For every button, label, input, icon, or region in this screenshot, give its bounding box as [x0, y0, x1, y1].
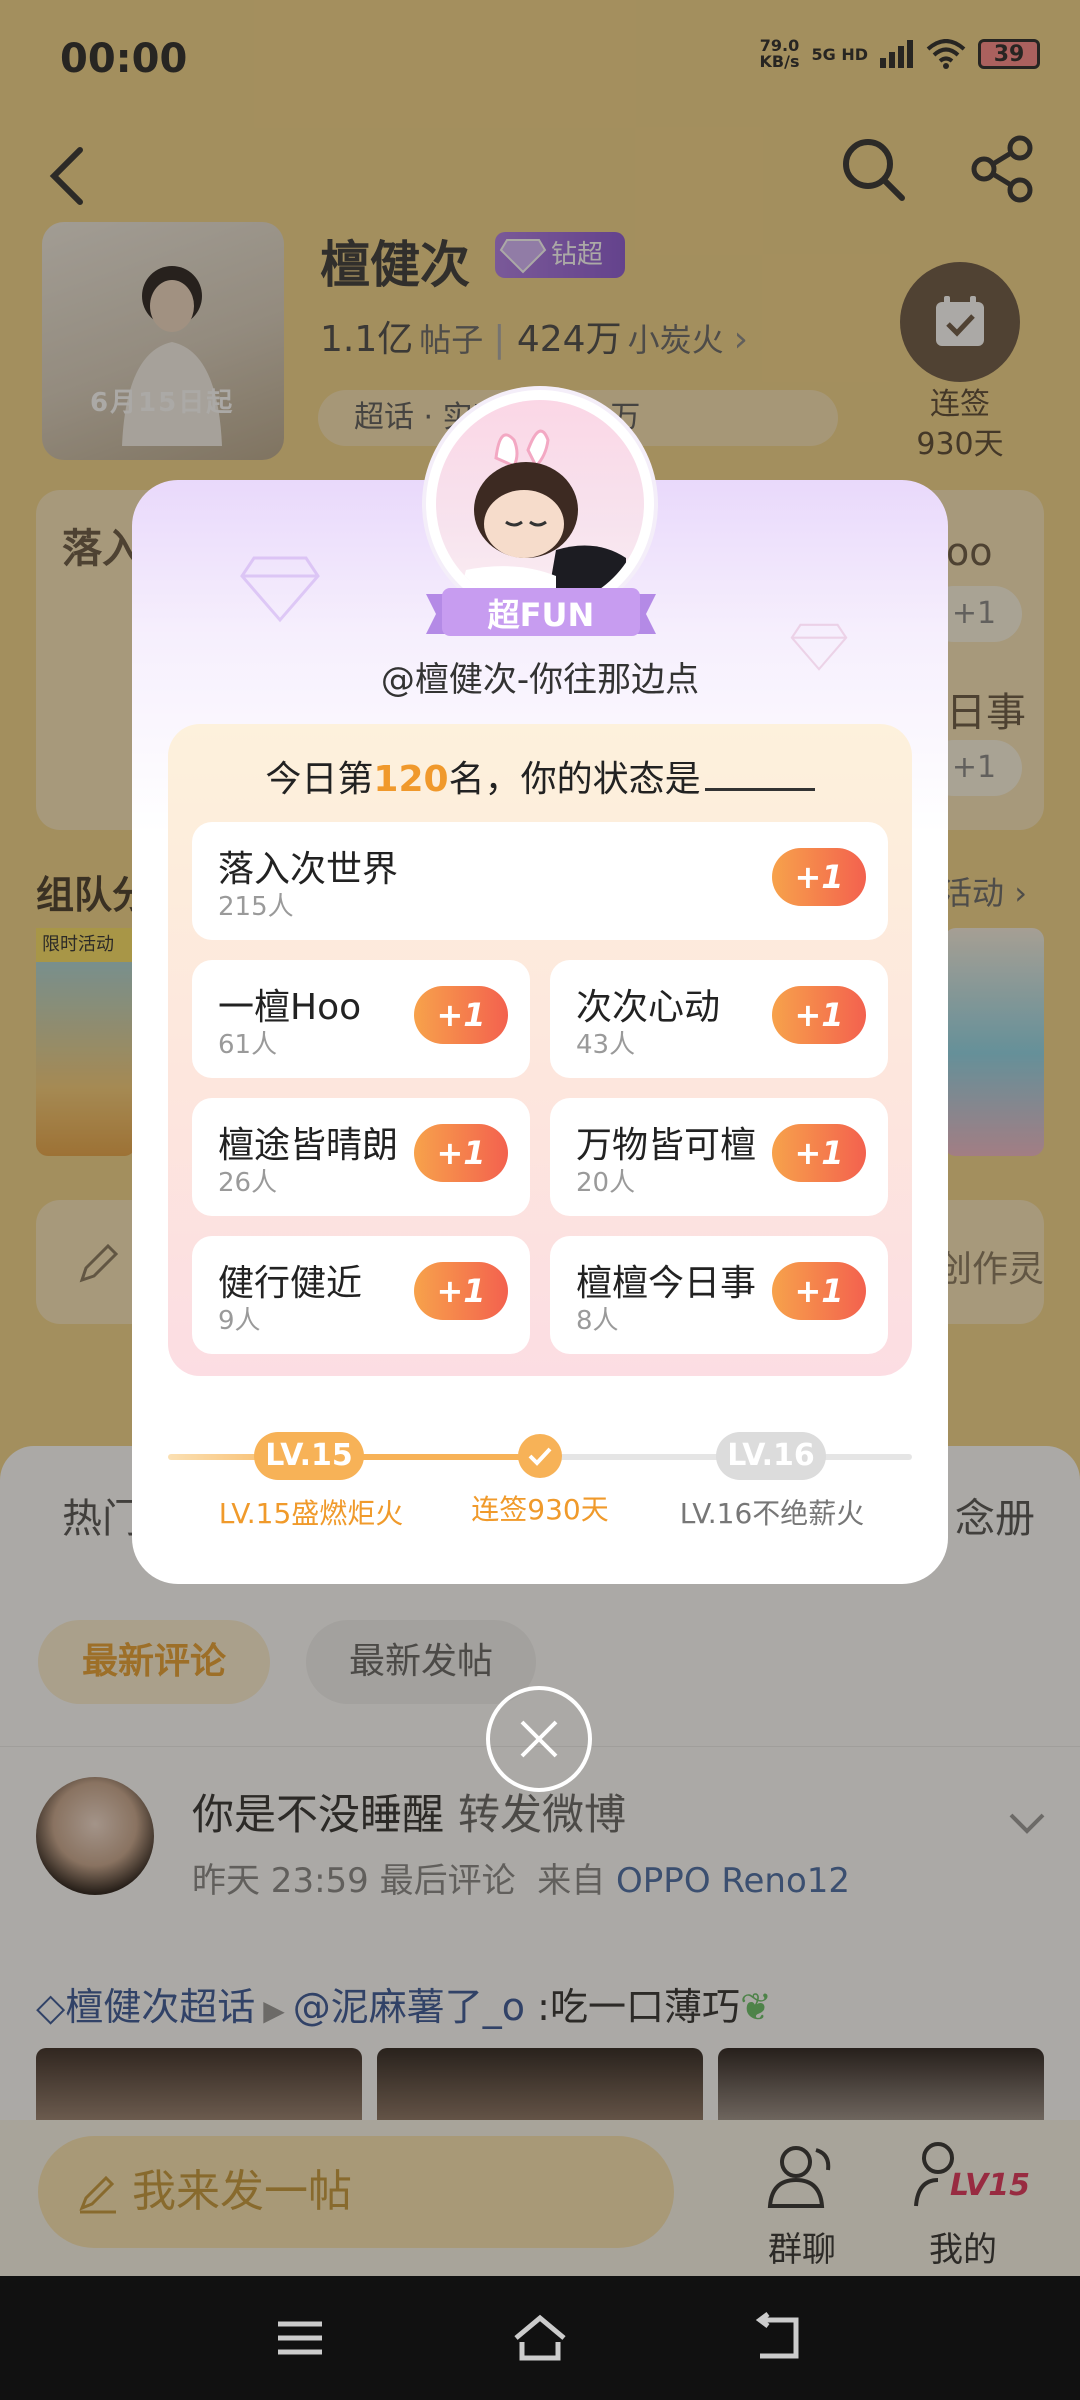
vote-option[interactable]: 次次心动 43人 +1 — [550, 960, 888, 1078]
checkin-streak-label: 连签930天 — [471, 1493, 609, 1526]
plus-one-button[interactable]: +1 — [414, 986, 508, 1044]
level-start-badge: LV.15 — [254, 1432, 364, 1480]
system-navigation-bar — [0, 2276, 1080, 2400]
modal-username: @檀健次-你往那边点 — [380, 660, 700, 700]
answer-blank — [704, 788, 815, 791]
level-end-badge: LV.16 — [716, 1432, 826, 1480]
plus-one-button[interactable]: +1 — [414, 1124, 508, 1182]
banner-text: 超FUN — [487, 596, 595, 634]
vote-question: 今日第120名，你的状态是 — [168, 750, 912, 802]
vote-option[interactable]: 落入次世界 215人 +1 — [192, 822, 888, 940]
level-progress-check — [518, 1434, 562, 1478]
diamond-deco-icon — [240, 556, 320, 623]
plus-one-button[interactable]: +1 — [772, 1262, 866, 1320]
close-modal-button[interactable] — [486, 1686, 592, 1792]
chibi-character-icon — [456, 429, 626, 608]
plus-one-button[interactable]: +1 — [772, 986, 866, 1044]
menu-icon[interactable] — [270, 2308, 330, 2368]
plus-one-button[interactable]: +1 — [772, 1124, 866, 1182]
close-icon — [520, 1720, 558, 1758]
vote-option[interactable]: 万物皆可檀 20人 +1 — [550, 1098, 888, 1216]
vote-option[interactable]: 一檀Hoo 61人 +1 — [192, 960, 530, 1078]
vote-box: 今日第120名，你的状态是 落入次世界 215人 +1 一檀Hoo 61人 +1… — [168, 724, 912, 1376]
rank-number: 120 — [373, 759, 449, 800]
plus-one-button[interactable]: +1 — [414, 1262, 508, 1320]
home-icon[interactable] — [510, 2308, 570, 2368]
check-icon — [528, 1447, 552, 1466]
vote-option[interactable]: 檀檀今日事 8人 +1 — [550, 1236, 888, 1354]
chibi-avatar-illustration — [436, 400, 644, 608]
level-start-label: LV.15盛燃炬火 — [218, 1497, 404, 1530]
vote-option[interactable]: 檀途皆晴朗 26人 +1 — [192, 1098, 530, 1216]
level-end-label: LV.16不绝薪火 — [679, 1497, 865, 1530]
checkin-vote-modal: 超FUN @檀健次-你往那边点 今日第120名，你的状态是 落入次世界 215人… — [132, 390, 948, 1584]
back-icon[interactable] — [750, 2308, 810, 2368]
vote-option[interactable]: 健行健近 9人 +1 — [192, 1236, 530, 1354]
plus-one-button[interactable]: +1 — [772, 848, 866, 906]
